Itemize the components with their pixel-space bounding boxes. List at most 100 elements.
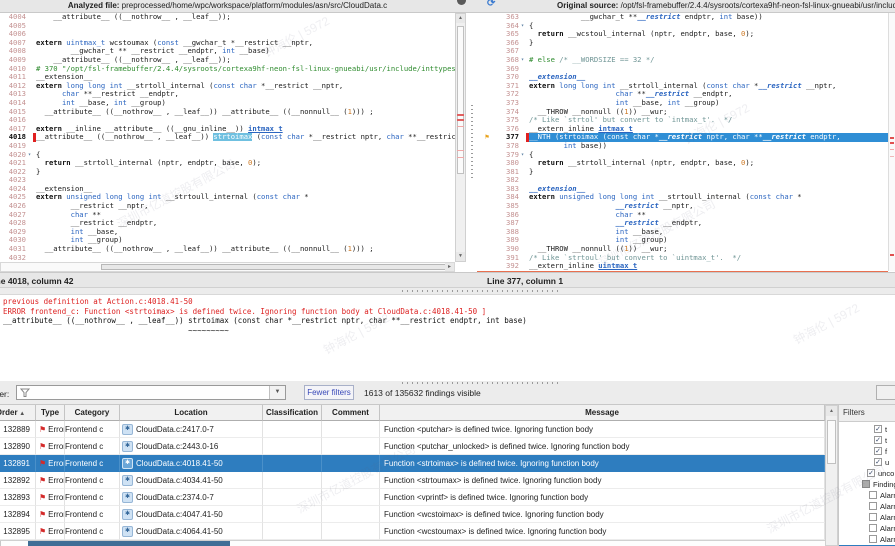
toolbar-partial-button[interactable] xyxy=(876,385,895,400)
fold-marker-icon[interactable]: ▾ xyxy=(26,151,33,160)
fold-gutter xyxy=(26,56,33,65)
checkbox[interactable]: ✓ xyxy=(874,436,882,444)
left-editor-vertical-scrollbar[interactable]: ▲ ▼ xyxy=(455,13,466,262)
checkbox[interactable]: ✓ xyxy=(874,447,882,455)
flag-gutter xyxy=(477,228,497,237)
code-line: 374 __THROW __nonnull ((1)) __wur; xyxy=(477,108,888,117)
line-number: 4029 xyxy=(0,228,26,237)
filter-item[interactable]: ✓t xyxy=(839,435,895,446)
fold-gutter xyxy=(26,219,33,228)
table-row[interactable]: 132890⚑ErrorFrontend c✱CloudData.c:2443.… xyxy=(0,438,825,455)
checkbox[interactable]: ✓ xyxy=(874,458,882,466)
fold-gutter xyxy=(26,22,33,31)
filter-item[interactable]: Finding T xyxy=(839,479,895,490)
table-row[interactable]: 132893⚑ErrorFrontend c✱CloudData.c:2374.… xyxy=(0,489,825,506)
fold-marker-icon[interactable]: ▾ xyxy=(519,151,526,160)
line-number: 380 xyxy=(497,159,519,168)
scrollbar-thumb[interactable] xyxy=(827,420,836,464)
table-vertical-scrollbar[interactable]: ▲ xyxy=(825,405,838,546)
filter-item[interactable]: Alarm xyxy=(839,534,895,545)
table-row[interactable]: 132894⚑ErrorFrontend c✱CloudData.c:4047.… xyxy=(0,506,825,523)
checkbox[interactable] xyxy=(869,502,877,510)
table-row[interactable]: 132889⚑ErrorFrontend c✱CloudData.c:2417.… xyxy=(0,421,825,438)
table-row[interactable]: 132891⚑ErrorFrontend c✱CloudData.c:4018.… xyxy=(0,455,825,472)
checkbox[interactable]: ✓ xyxy=(874,425,882,433)
error-flag-icon: ⚑ xyxy=(39,425,46,434)
line-number: 4013 xyxy=(0,90,26,99)
column-header-comment[interactable]: Comment xyxy=(322,405,380,421)
column-header-message[interactable]: Message xyxy=(380,405,825,421)
scroll-left-icon[interactable]: ◂ xyxy=(0,541,1,546)
right-cursor-position: Line 377, column 1 xyxy=(487,276,563,286)
fold-gutter xyxy=(519,202,526,211)
checkbox[interactable]: ✓ xyxy=(867,469,875,477)
table-horizontal-scrollbar[interactable]: ◂ xyxy=(0,540,825,546)
line-number: 376 xyxy=(497,125,519,134)
code-text: extern unsigned long long int __strtoull… xyxy=(36,193,455,202)
fold-gutter xyxy=(519,99,526,108)
original-source-editor[interactable]: 363 __gwchar_t **__restrict endptr, int … xyxy=(477,13,888,271)
checkbox[interactable] xyxy=(869,491,877,499)
filter-item[interactable]: Alarm xyxy=(839,523,895,534)
filter-item[interactable]: ✓t xyxy=(839,424,895,435)
flag-gutter xyxy=(477,30,497,39)
findings-count: 1613 of 135632 findings visible xyxy=(364,388,481,398)
filter-item-label: Alarm xyxy=(880,535,895,544)
error-flag-icon: ⚑ xyxy=(39,459,46,468)
code-text xyxy=(36,142,455,151)
line-number: 372 xyxy=(497,90,519,99)
line-number: 390 xyxy=(497,245,519,254)
code-line: 375/* Like `strtol' but convert to `intm… xyxy=(477,116,888,125)
scroll-right-icon[interactable]: ▸ xyxy=(445,263,454,271)
line-number: 4026 xyxy=(0,202,26,211)
column-header-order[interactable]: Order ▲ xyxy=(0,405,36,421)
line-number: 389 xyxy=(497,236,519,245)
table-row[interactable]: 132892⚑ErrorFrontend c✱CloudData.c:4034.… xyxy=(0,472,825,489)
scrollbar-thumb[interactable] xyxy=(101,264,446,270)
scroll-up-icon[interactable]: ▲ xyxy=(826,406,837,416)
line-number: 4008 xyxy=(0,47,26,56)
filter-item[interactable]: Alarm xyxy=(839,512,895,523)
filter-item[interactable]: ✓f xyxy=(839,446,895,457)
cell-message: Function <wcstoumax> is defined twice. I… xyxy=(380,523,825,540)
scrollbar-thumb[interactable] xyxy=(28,541,230,546)
location-icon: ✱ xyxy=(122,475,133,486)
code-line: 4029 int __base, xyxy=(0,228,455,237)
analyzed-file-editor[interactable]: 4004 __attribute__ ((__nothrow__ , __lea… xyxy=(0,13,455,262)
filter-item[interactable]: ✓unco xyxy=(839,468,895,479)
location-icon: ✱ xyxy=(122,458,133,469)
column-header-category[interactable]: Category xyxy=(65,405,120,421)
tristate-checkbox[interactable] xyxy=(862,480,870,488)
code-line: 386 char ** xyxy=(477,211,888,220)
scroll-down-icon[interactable]: ▼ xyxy=(456,252,465,261)
column-header-location[interactable]: Location xyxy=(120,405,263,421)
combo-dropdown-icon[interactable]: ▼ xyxy=(269,386,285,399)
left-editor-horizontal-scrollbar[interactable]: ▸ xyxy=(0,262,455,272)
scroll-up-icon[interactable]: ▲ xyxy=(456,14,465,23)
fold-marker-icon[interactable]: ▾ xyxy=(519,56,526,65)
column-header-type[interactable]: Type xyxy=(36,405,65,421)
line-number: 4022 xyxy=(0,168,26,177)
checkbox[interactable] xyxy=(869,535,877,543)
filter-item[interactable]: Alarm xyxy=(839,490,895,501)
code-line: 365 return __wcstoul_internal (nptr, end… xyxy=(477,30,888,39)
checkbox[interactable] xyxy=(869,513,877,521)
filter-item[interactable]: ✓u xyxy=(839,457,895,468)
cell-category: Frontend c xyxy=(65,472,120,489)
fewer-filters-button[interactable]: Fewer filters xyxy=(304,385,354,400)
table-row[interactable]: 132895⚑ErrorFrontend c✱CloudData.c:4064.… xyxy=(0,523,825,540)
fold-marker-icon[interactable]: ▾ xyxy=(519,22,526,31)
filter-item-label: Alarm xyxy=(880,491,895,500)
code-line: 383__extension__ xyxy=(477,185,888,194)
filter-item[interactable]: Alarm xyxy=(839,501,895,512)
checkbox[interactable] xyxy=(869,524,877,532)
scrollbar-thumb[interactable] xyxy=(457,26,464,174)
code-text: return __strtoll_internal (nptr, endptr,… xyxy=(36,159,455,168)
horizontal-splitter[interactable] xyxy=(0,287,895,295)
cell-message: Function <putchar> is defined twice. Ign… xyxy=(380,421,825,438)
editor-splitter[interactable] xyxy=(467,13,476,262)
code-line: 376__extern_inline intmax_t xyxy=(477,125,888,134)
filter-combobox[interactable]: ▼ xyxy=(16,385,286,400)
cell-message: Function <putchar_unlocked> is defined t… xyxy=(380,438,825,455)
column-header-classification[interactable]: Classification xyxy=(263,405,322,421)
